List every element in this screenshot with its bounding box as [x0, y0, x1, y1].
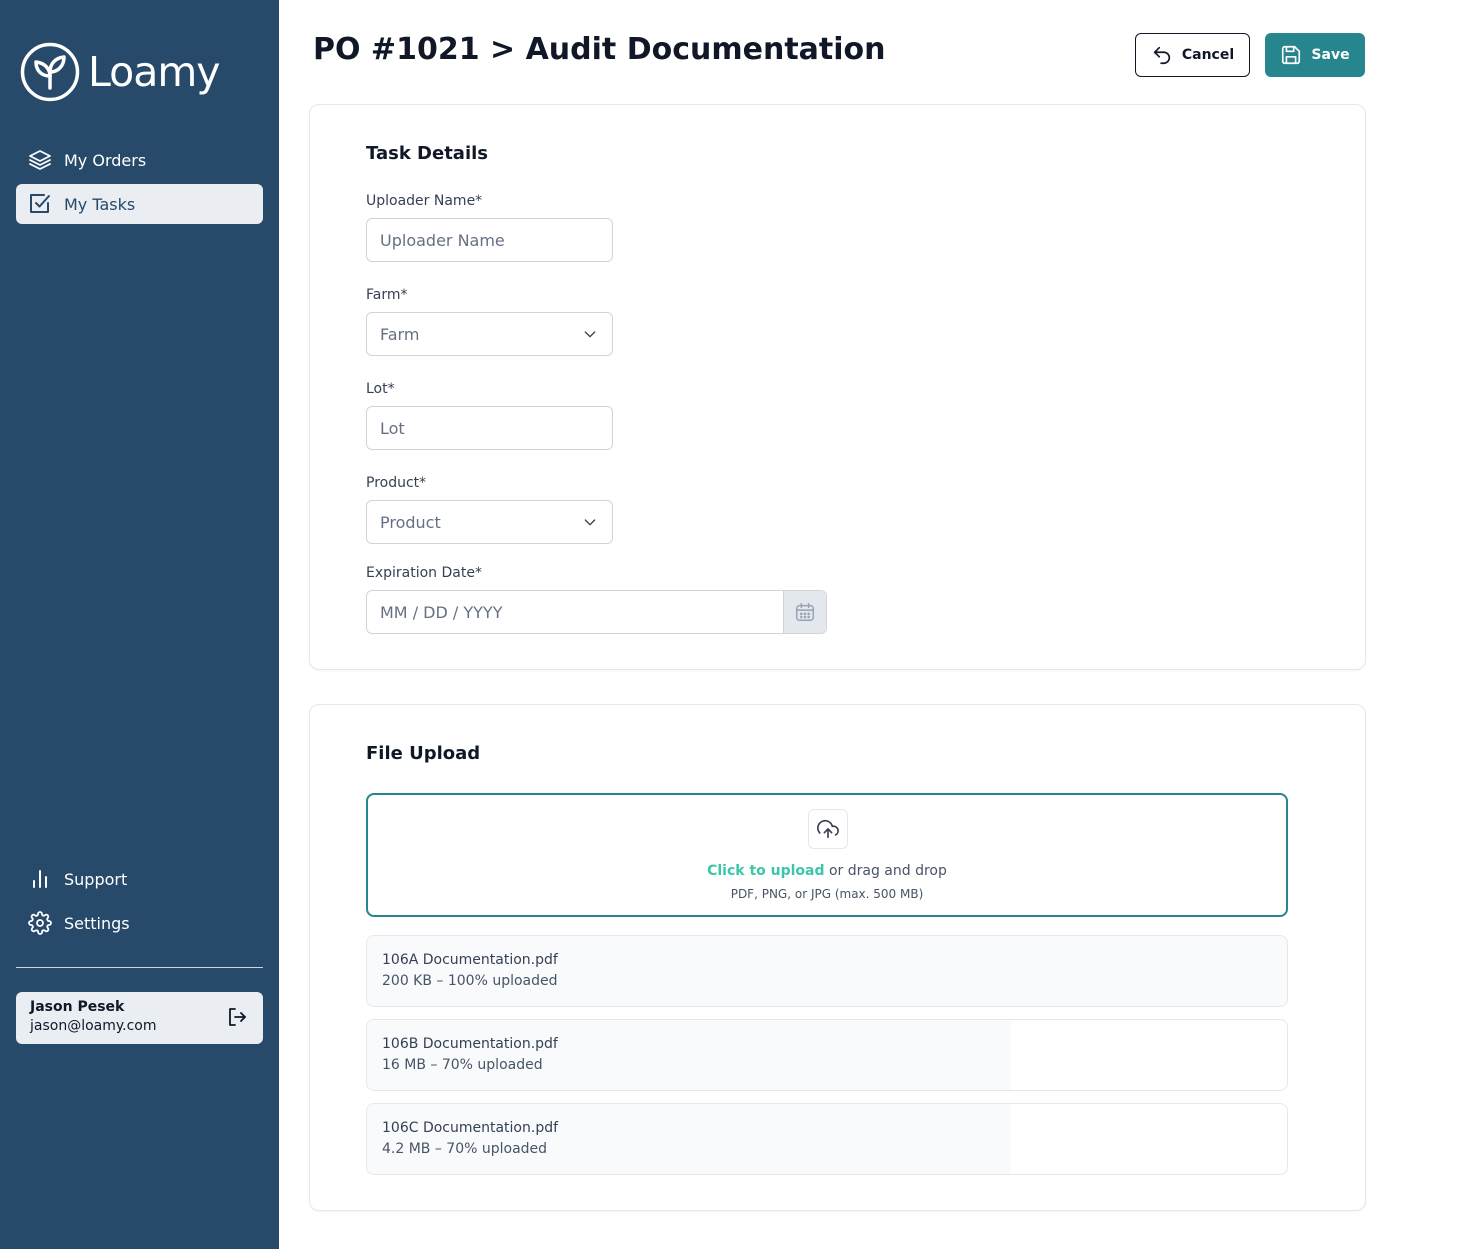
file-upload-title: File Upload: [366, 743, 481, 764]
logout-icon[interactable]: [225, 1005, 249, 1029]
file-progress-fill: [367, 1020, 1011, 1090]
calendar-icon: [796, 603, 814, 621]
sidebar-divider: [16, 967, 263, 968]
save-button[interactable]: Save: [1265, 33, 1365, 77]
page-title: PO #1021 > Audit Documentation: [313, 32, 886, 67]
sidebar: Loamy My Orders My Tasks Support Setting…: [0, 0, 279, 1249]
calendar-button[interactable]: [783, 591, 826, 633]
chevron-down-icon: [584, 519, 596, 526]
expiration-date-field: [366, 590, 827, 634]
check-square-icon: [28, 192, 52, 216]
expiration-date-input[interactable]: [367, 591, 783, 633]
dropzone-instructions: Click to upload or drag and drop: [368, 863, 1286, 879]
uploader-name-label: Uploader Name*: [366, 193, 483, 209]
floppy-disk-icon: [1282, 45, 1301, 65]
file-item[interactable]: 106B Documentation.pdf 16 MB – 70% uploa…: [366, 1019, 1288, 1091]
dropzone-hint: PDF, PNG, or JPG (max. 500 MB): [730, 887, 924, 901]
farm-select-value: Farm: [380, 324, 420, 344]
sidebar-item-settings[interactable]: Settings: [16, 903, 263, 943]
file-meta: 200 KB – 100% uploaded: [382, 973, 558, 989]
cancel-button[interactable]: Cancel: [1135, 33, 1250, 77]
gear-icon: [28, 911, 52, 935]
task-details-card: Task Details Uploader Name* Farm* Farm L…: [309, 104, 1366, 670]
sprout-logo-icon: [20, 42, 80, 102]
sidebar-item-label: Settings: [64, 913, 130, 933]
file-progress-fill: [367, 936, 1287, 1006]
file-progress-fill: [367, 1104, 1011, 1174]
sidebar-item-my-orders[interactable]: My Orders: [16, 140, 263, 180]
save-label: Save: [1311, 47, 1350, 63]
sidebar-item-label: My Orders: [64, 150, 147, 170]
task-details-title: Task Details: [366, 143, 489, 164]
file-name: 106B Documentation.pdf: [382, 1036, 558, 1052]
user-name: Jason Pesek: [30, 999, 125, 1015]
layers-icon: [28, 148, 52, 172]
bar-chart-icon: [28, 867, 52, 891]
product-label: Product*: [366, 475, 427, 491]
product-select[interactable]: Product: [366, 500, 613, 544]
lot-input[interactable]: [366, 406, 613, 450]
cancel-label: Cancel: [1181, 47, 1235, 63]
file-name: 106A Documentation.pdf: [382, 952, 558, 968]
sidebar-item-my-tasks[interactable]: My Tasks: [16, 184, 263, 224]
file-dropzone[interactable]: Click to upload or drag and drop PDF, PN…: [366, 793, 1288, 917]
upload-cloud-icon: [808, 809, 848, 849]
file-item[interactable]: 106A Documentation.pdf 200 KB – 100% upl…: [366, 935, 1288, 1007]
undo-icon: [1153, 46, 1170, 65]
user-card: Jason Pesek jason@loamy.com: [16, 992, 263, 1044]
chevron-down-icon: [584, 331, 596, 338]
file-meta: 4.2 MB – 70% uploaded: [382, 1141, 548, 1157]
product-select-value: Product: [380, 512, 441, 532]
farm-select[interactable]: Farm: [366, 312, 613, 356]
expiration-date-label: Expiration Date*: [366, 565, 482, 581]
file-upload-card: File Upload Click to upload or drag and …: [309, 704, 1366, 1211]
drag-drop-text: or drag and drop: [824, 863, 947, 879]
brand-logo[interactable]: Loamy: [20, 42, 221, 102]
user-email: jason@loamy.com: [30, 1018, 157, 1034]
sidebar-item-label: Support: [64, 869, 128, 889]
click-to-upload-link[interactable]: Click to upload: [707, 863, 824, 879]
sidebar-item-label: My Tasks: [64, 194, 136, 214]
file-name: 106C Documentation.pdf: [382, 1120, 559, 1136]
farm-label: Farm*: [366, 287, 408, 303]
brand-name: Loamy: [88, 48, 221, 96]
sidebar-item-support[interactable]: Support: [16, 859, 263, 899]
file-item[interactable]: 106C Documentation.pdf 4.2 MB – 70% uplo…: [366, 1103, 1288, 1175]
file-meta: 16 MB – 70% uploaded: [382, 1057, 543, 1073]
lot-label: Lot*: [366, 381, 395, 397]
uploader-name-input[interactable]: [366, 218, 613, 262]
